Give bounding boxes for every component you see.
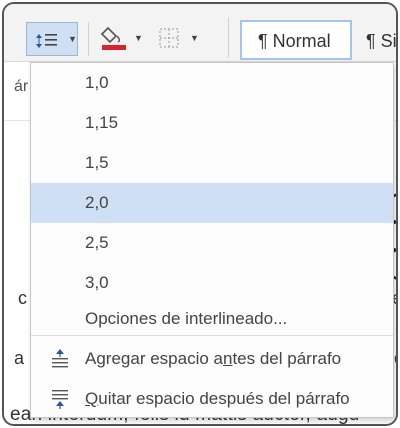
shading-button[interactable]: ▼ — [100, 24, 146, 54]
ribbon-separator — [228, 18, 229, 58]
document-fragment-left-2: a — [14, 348, 25, 368]
chevron-down-icon: ▼ — [134, 33, 143, 43]
borders-icon — [159, 28, 179, 48]
option-label: 2,0 — [85, 193, 109, 212]
document-fragment-left-1: c — [18, 288, 27, 308]
style-no-spacing[interactable]: ¶ Sin — [356, 20, 396, 60]
ribbon-separator — [88, 22, 89, 56]
screenshot-frame: ár c a e o ean interdum, felis id mattis… — [2, 2, 398, 426]
spacing-option-1-0[interactable]: 1,0 — [31, 63, 393, 103]
document-fragment-right-2: o — [394, 348, 396, 369]
menu-separator — [31, 335, 393, 336]
add-space-before-item[interactable]: Agregar espacio antes del párrafo — [31, 339, 393, 379]
add-space-before-icon — [52, 349, 68, 368]
option-label: 1,15 — [85, 113, 119, 132]
line-spacing-icon — [36, 34, 57, 48]
remove-space-after-icon — [52, 390, 68, 409]
option-label: 2,5 — [85, 233, 109, 252]
spacing-option-1-15[interactable]: 1,15 — [31, 103, 393, 143]
option-label: 3,0 — [85, 273, 109, 292]
borders-button[interactable]: ▼ — [156, 24, 202, 54]
line-spacing-button[interactable]: ▼ — [26, 22, 78, 56]
spacing-option-2-0[interactable]: 2,0 — [31, 183, 393, 223]
spacing-option-1-5[interactable]: 1,5 — [31, 143, 393, 183]
line-spacing-menu: 1,0 1,15 1,5 2,0 2,5 3,0 Opciones de int… — [30, 62, 394, 418]
document-fragment-top: ár — [14, 78, 29, 95]
spacing-option-3-0[interactable]: 3,0 — [31, 263, 393, 303]
ribbon: ▼ ▼ ▼ ¶ Normal ¶ Sin — [4, 4, 396, 62]
remove-space-after-item[interactable]: Quitar espacio después del párrafo — [31, 379, 393, 419]
option-label: Opciones de interlineado... — [85, 309, 288, 328]
option-label: Agregar espacio antes del párrafo — [85, 349, 342, 368]
option-label: 1,5 — [85, 153, 109, 172]
chevron-down-icon: ▼ — [68, 34, 77, 44]
style-normal[interactable]: ¶ Normal — [240, 20, 352, 60]
option-label: Quitar espacio después del párrafo — [85, 389, 350, 408]
paint-bucket-icon — [100, 26, 126, 50]
chevron-down-icon: ▼ — [190, 33, 199, 43]
option-label: 1,0 — [85, 73, 109, 92]
spacing-option-2-5[interactable]: 2,5 — [31, 223, 393, 263]
line-spacing-options-item[interactable]: Opciones de interlineado... — [31, 299, 393, 339]
